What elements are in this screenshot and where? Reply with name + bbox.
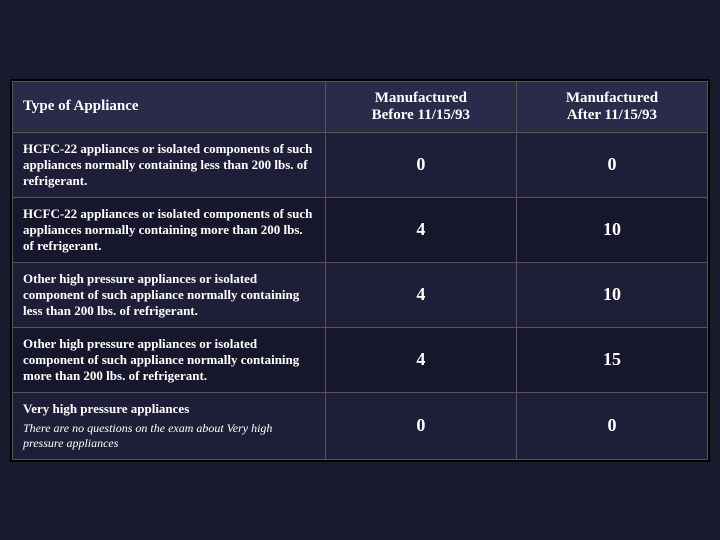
cell-type: HCFC-22 appliances or isolated component… [13, 132, 326, 197]
cell-type: Other high pressure appliances or isolat… [13, 262, 326, 327]
cell-after: 10 [516, 197, 707, 262]
cell-after: 0 [516, 392, 707, 459]
table-row: HCFC-22 appliances or isolated component… [13, 197, 708, 262]
appliance-table: Type of Appliance ManufacturedBefore 11/… [12, 81, 708, 460]
cell-before: 4 [325, 327, 516, 392]
table-row: HCFC-22 appliances or isolated component… [13, 132, 708, 197]
col-header-type: Type of Appliance [13, 81, 326, 132]
table-row: Very high pressure appliancesThere are n… [13, 392, 708, 459]
main-table-container: Type of Appliance ManufacturedBefore 11/… [10, 79, 710, 462]
cell-before: 0 [325, 132, 516, 197]
table-row: Other high pressure appliances or isolat… [13, 327, 708, 392]
cell-type: HCFC-22 appliances or isolated component… [13, 197, 326, 262]
cell-before: 4 [325, 197, 516, 262]
cell-type: Other high pressure appliances or isolat… [13, 327, 326, 392]
header-row: Type of Appliance ManufacturedBefore 11/… [13, 81, 708, 132]
cell-note: There are no questions on the exam about… [23, 421, 315, 451]
cell-after: 15 [516, 327, 707, 392]
cell-before: 0 [325, 392, 516, 459]
cell-after: 0 [516, 132, 707, 197]
cell-after: 10 [516, 262, 707, 327]
cell-before: 4 [325, 262, 516, 327]
cell-type: Very high pressure appliancesThere are n… [13, 392, 326, 459]
col-header-before: ManufacturedBefore 11/15/93 [325, 81, 516, 132]
type-header-label: Type of Appliance [23, 98, 139, 114]
col-header-after: ManufacturedAfter 11/15/93 [516, 81, 707, 132]
table-row: Other high pressure appliances or isolat… [13, 262, 708, 327]
